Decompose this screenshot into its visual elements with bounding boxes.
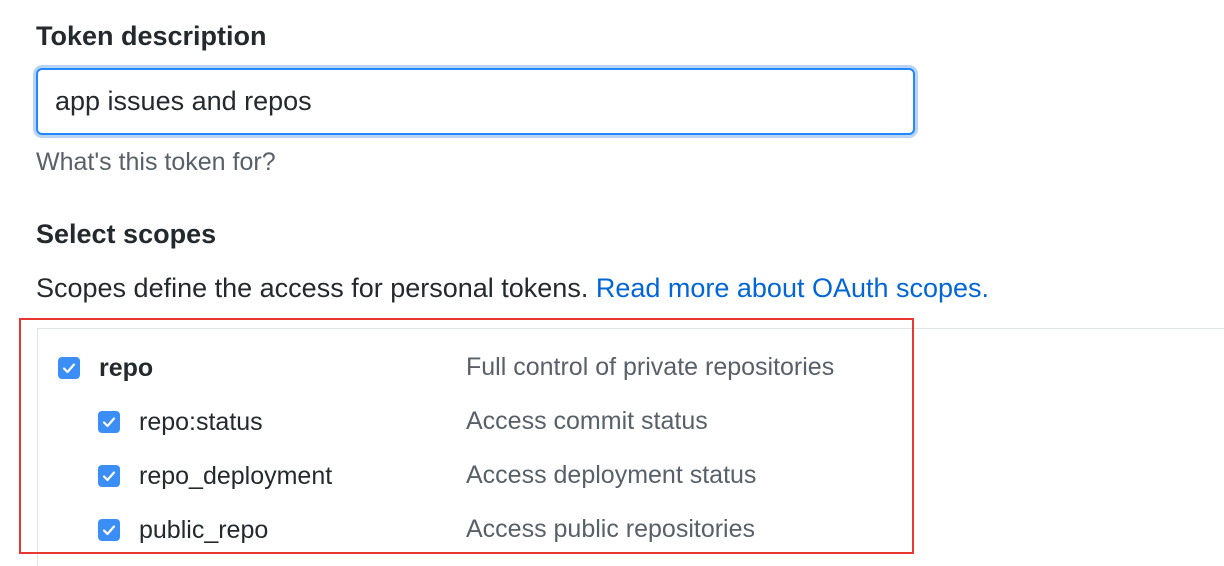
scope-name-repo-deployment: repo_deployment — [139, 461, 333, 490]
scope-checkbox-repo-deployment[interactable] — [98, 465, 120, 487]
scope-row-public-repo: public_repo — [98, 514, 268, 546]
checkmark-icon — [62, 363, 76, 374]
scope-description-repo: Full control of private repositories — [466, 353, 835, 381]
token-description-input[interactable] — [36, 68, 915, 135]
select-scopes-label: Select scopes — [36, 219, 217, 249]
scope-name-public-repo: public_repo — [139, 515, 269, 544]
scope-description-repo-deployment: Access deployment status — [466, 461, 757, 489]
token-settings-page: Token description What's this token for?… — [0, 0, 1224, 566]
scope-name-repo: repo — [99, 353, 154, 382]
checkmark-icon — [102, 525, 116, 536]
checkmark-icon — [102, 417, 116, 428]
checkmark-icon — [102, 471, 116, 482]
scope-name-repo-status: repo:status — [139, 407, 263, 436]
scope-checkbox-repo[interactable] — [58, 357, 80, 379]
token-description-note: What's this token for? — [36, 148, 276, 176]
scope-checkbox-public-repo[interactable] — [98, 519, 120, 541]
scope-checkbox-repo-status[interactable] — [98, 411, 120, 433]
scope-row-repo-status: repo:status — [98, 406, 263, 438]
token-description-label: Token description — [36, 21, 267, 51]
scope-row-repo: repo — [58, 352, 153, 384]
oauth-scopes-link[interactable]: Read more about OAuth scopes. — [596, 273, 989, 303]
scopes-description-text: Scopes define the access for personal to… — [36, 273, 596, 303]
scopes-description: Scopes define the access for personal to… — [36, 272, 989, 304]
scope-row-repo-deployment: repo_deployment — [98, 460, 332, 492]
scope-description-public-repo: Access public repositories — [466, 515, 756, 543]
scope-description-repo-status: Access commit status — [466, 407, 708, 435]
